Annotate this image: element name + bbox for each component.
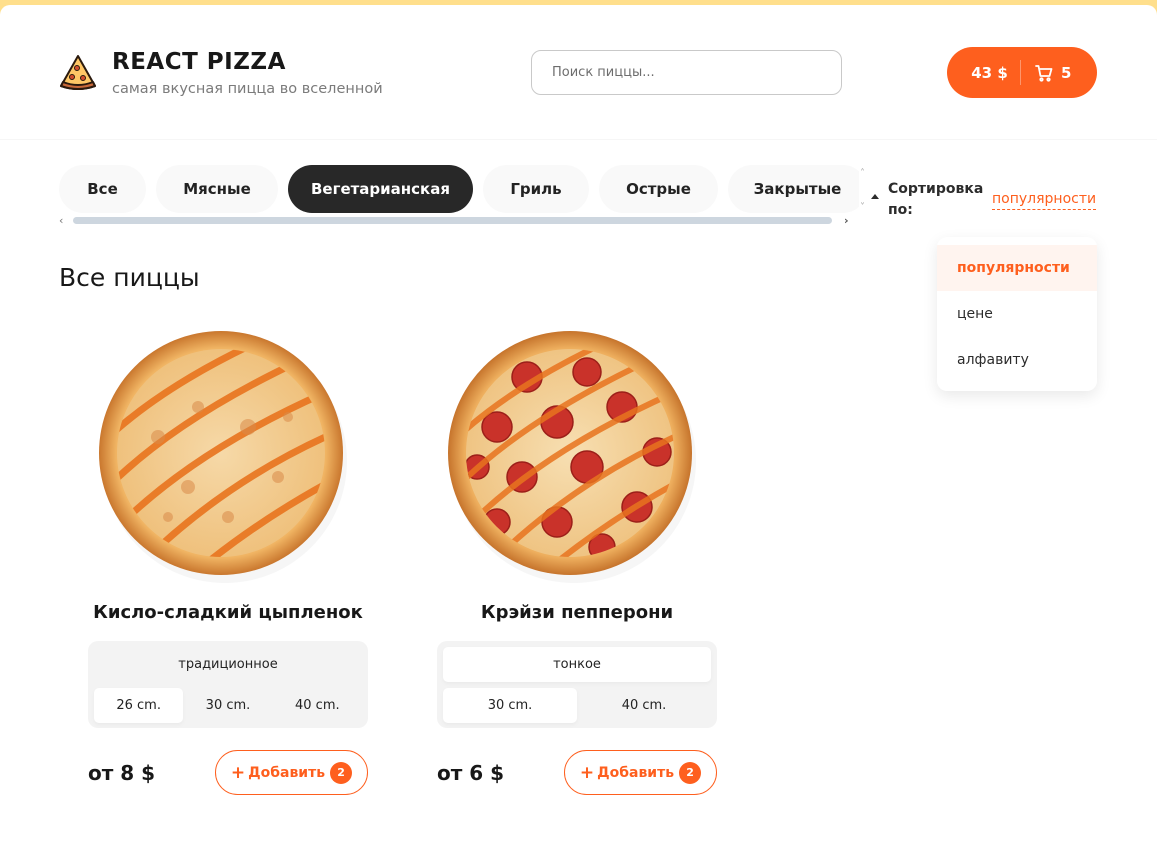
size-option[interactable]: 40 cm. <box>577 688 711 723</box>
categories-scrollbar[interactable]: ‹ › <box>59 214 859 227</box>
pizza-selector: тонкое 30 cm. 40 cm. <box>437 641 717 728</box>
dough-type-option[interactable]: тонкое <box>443 647 711 682</box>
scroll-right-icon[interactable]: › <box>844 214 849 227</box>
dough-type-row: традиционное <box>94 647 362 682</box>
header: REACT PIZZA самая вкусная пицца во вселе… <box>0 5 1157 140</box>
plus-icon: + <box>230 762 246 783</box>
cart-divider <box>1020 60 1021 85</box>
cart-count: 5 <box>1061 63 1072 82</box>
pizza-name: Кисло-сладкий цыпленок <box>93 602 363 623</box>
logo[interactable]: REACT PIZZA самая вкусная пицца во вселе… <box>58 50 383 98</box>
add-count-badge: 2 <box>679 761 702 784</box>
category-vegetarian[interactable]: Вегетарианская <box>288 165 473 213</box>
size-option[interactable]: 40 cm. <box>273 688 362 723</box>
sort-popup: популярности цене алфавиту <box>937 237 1097 391</box>
pizza-image <box>448 331 696 583</box>
categories-bar: Все Мясные Вегетарианская Гриль Острые З… <box>59 165 859 215</box>
add-button-label: Добавить <box>597 764 675 781</box>
scrollbar-thumb[interactable] <box>73 217 832 224</box>
add-button-label: Добавить <box>248 764 326 781</box>
category-all[interactable]: Все <box>59 165 146 213</box>
pizza-name: Крэйзи пепперони <box>480 602 674 623</box>
size-option[interactable]: 26 cm. <box>94 688 184 723</box>
cart-icon <box>1035 64 1053 82</box>
pizza-price: от 8 $ <box>88 761 156 785</box>
sort-option-popularity[interactable]: популярности <box>937 245 1097 291</box>
sort-label: Сортировка по: <box>888 181 984 218</box>
sort-option-alphabet[interactable]: алфавиту <box>937 337 1097 383</box>
cart-total: 43 $ <box>971 63 1008 82</box>
sort: Сортировка по: популярности <box>871 179 1101 225</box>
sort-arrow-icon <box>871 194 879 199</box>
logo-subtitle: самая вкусная пицца во вселенной <box>112 81 383 97</box>
add-to-cart-button[interactable]: + Добавить 2 <box>564 750 717 795</box>
size-option[interactable]: 30 cm. <box>443 688 577 723</box>
categories-vertical-scrollbar[interactable]: ˄ ˅ <box>858 168 870 218</box>
pizza-selector: традиционное 26 cm. 30 cm. 40 cm. <box>88 641 368 728</box>
logo-title: REACT PIZZA <box>112 49 286 75</box>
sort-option-price[interactable]: цене <box>937 291 1097 337</box>
search-input[interactable] <box>531 50 842 95</box>
plus-icon: + <box>579 762 595 783</box>
scroll-left-icon[interactable]: ‹ <box>59 214 63 227</box>
page-title: Все пиццы <box>59 263 200 292</box>
pizza-image <box>99 331 347 583</box>
size-row: 30 cm. 40 cm. <box>443 688 711 723</box>
add-to-cart-button[interactable]: + Добавить 2 <box>215 750 368 795</box>
category-grill[interactable]: Гриль <box>483 165 589 213</box>
dough-type-row: тонкое <box>443 647 711 682</box>
scroll-down-icon[interactable]: ˅ <box>860 202 865 213</box>
category-meat[interactable]: Мясные <box>156 165 278 213</box>
category-closed[interactable]: Закрытые <box>728 165 859 213</box>
add-count-badge: 2 <box>330 761 353 784</box>
pizza-price: от 6 $ <box>437 761 505 785</box>
size-row: 26 cm. 30 cm. 40 cm. <box>94 688 362 723</box>
cart-button[interactable]: 43 $ 5 <box>947 47 1097 98</box>
page-wrapper: REACT PIZZA самая вкусная пицца во вселе… <box>0 5 1157 844</box>
pizza-logo-icon <box>60 55 96 90</box>
sort-selected-value[interactable]: популярности <box>992 189 1097 210</box>
category-spicy[interactable]: Острые <box>599 165 718 213</box>
scroll-up-icon[interactable]: ˄ <box>860 168 865 179</box>
dough-type-option[interactable]: традиционное <box>94 647 362 682</box>
size-option[interactable]: 30 cm. <box>183 688 272 723</box>
